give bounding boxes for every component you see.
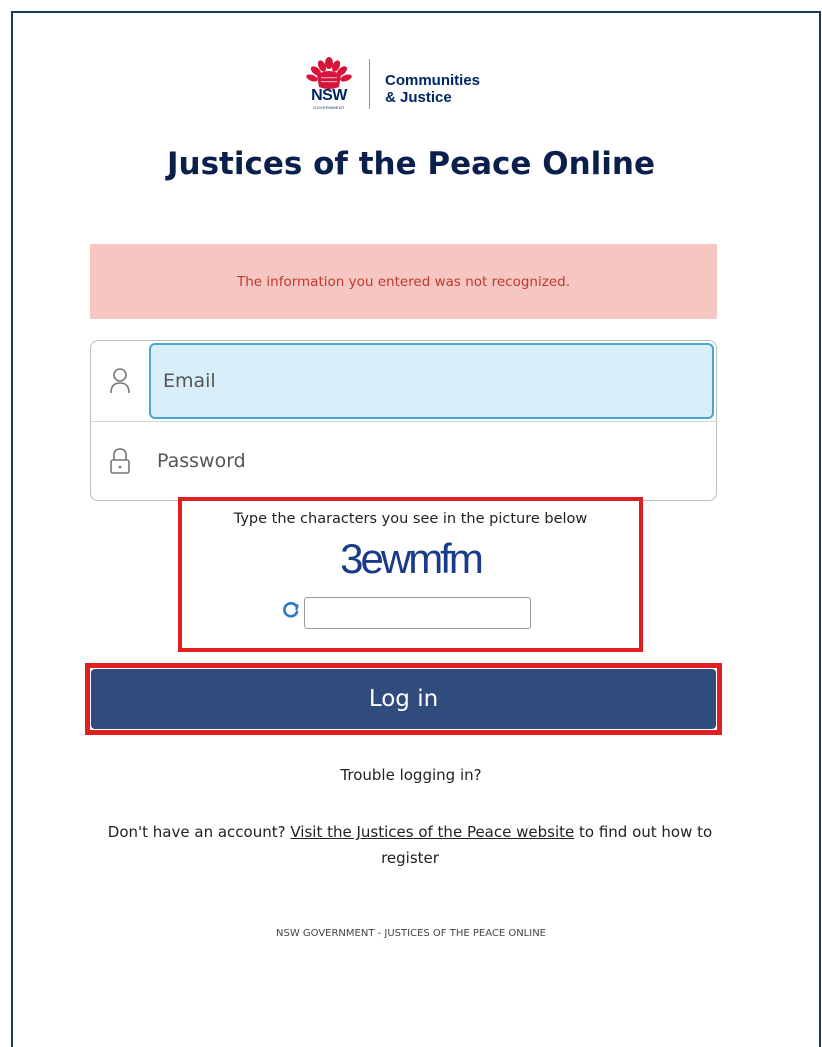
org-name-line2: & Justice [385, 89, 452, 106]
nsw-communities-justice-logo: NSW GOVERNMENT Communities & Justice [305, 57, 515, 112]
password-placeholder: Password [157, 450, 246, 472]
captcha-image: 3ewmfm [340, 535, 484, 582]
captcha-highlight-box: Type the characters you see in the pictu… [178, 497, 643, 652]
trouble-logging-in-link[interactable]: Trouble logging in? [0, 766, 822, 784]
user-icon [91, 341, 149, 421]
error-message: The information you entered was not reco… [237, 273, 570, 290]
refresh-icon[interactable] [280, 599, 302, 621]
footer-text: NSW GOVERNMENT - JUSTICES OF THE PEACE O… [275, 928, 547, 939]
page-title: Justices of the Peace Online [166, 146, 656, 182]
logo-divider [369, 59, 370, 109]
email-placeholder: Email [163, 370, 216, 392]
password-input[interactable]: Password [149, 423, 714, 499]
nsw-wordmark: NSW [311, 87, 347, 104]
captcha-label: Type the characters you see in the pictu… [233, 511, 588, 527]
jp-website-link[interactable]: Visit the Justices of the Peace website [290, 823, 574, 841]
captcha-input[interactable] [304, 597, 531, 629]
register-prompt: Don't have an account? Visit the Justice… [80, 819, 740, 871]
login-button[interactable]: Log in [91, 669, 716, 729]
org-name-line1: Communities [385, 72, 481, 89]
credentials-box: Email Password [90, 340, 717, 501]
government-wordmark: GOVERNMENT [313, 105, 345, 110]
error-banner: The information you entered was not reco… [90, 244, 717, 319]
waratah-icon [306, 57, 352, 89]
register-prefix: Don't have an account? [107, 823, 286, 841]
field-divider [91, 421, 716, 422]
lock-icon [91, 421, 149, 501]
email-input[interactable]: Email [149, 343, 714, 419]
